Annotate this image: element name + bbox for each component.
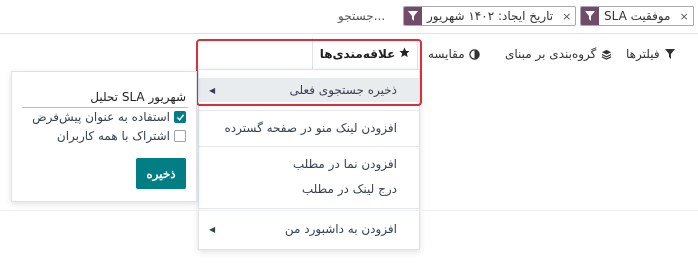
use-default-checkbox-row[interactable]: استفاده به عنوان پیش‌فرض	[32, 110, 186, 124]
groupby-label: گروه‌بندی بر مبنای	[505, 47, 597, 61]
share-checkbox[interactable]	[174, 130, 186, 142]
menu-item-label: افزودن لینک منو در صفحه گسترده	[224, 121, 397, 135]
filter-icon	[404, 7, 422, 25]
menu-item-insert-link-article[interactable]: درج لینک در مطلب	[199, 177, 419, 201]
facet-label: SLA موفقیت	[604, 9, 671, 23]
filter-icon	[664, 48, 676, 60]
caret-left-icon: ◀	[209, 85, 216, 95]
menu-item-add-view-article[interactable]: افزودن نما در مطلب	[199, 152, 419, 176]
compare-label: مقایسه	[428, 47, 465, 61]
favorites-button[interactable]: علاقه‌مندی‌ها	[312, 38, 418, 70]
search-bar: SLA موفقیت × تاریخ ایجاد: ۱۴۰۲ شهریور × …	[0, 0, 698, 34]
save-button[interactable]: ذخیره	[136, 158, 186, 189]
close-icon[interactable]: ×	[675, 7, 692, 25]
close-icon[interactable]: ×	[558, 7, 575, 25]
favorites-dropdown: ◀ ذخیره جستجوی فعلی افزودن لینک منو در ص…	[198, 69, 420, 250]
save-search-panel: استفاده به عنوان پیش‌فرض اشتراک با همه ک…	[11, 71, 197, 202]
divider	[199, 146, 419, 147]
filters-label: فیلترها	[626, 47, 660, 61]
search-input[interactable]: جستجو...	[338, 9, 385, 23]
divider	[199, 110, 419, 111]
use-default-label: استفاده به عنوان پیش‌فرض	[32, 110, 170, 124]
star-icon	[399, 47, 410, 61]
menu-item-add-link-spreadsheet[interactable]: افزودن لینک منو در صفحه گسترده	[199, 116, 419, 140]
facet-create-date[interactable]: تاریخ ایجاد: ۱۴۰۲ شهریور ×	[403, 6, 577, 26]
share-label: اشتراک با همه کاربران	[56, 129, 170, 143]
compare-button[interactable]: مقایسه	[428, 44, 481, 64]
facet-sla-success[interactable]: SLA موفقیت ×	[580, 6, 694, 26]
content-divider	[0, 210, 698, 211]
menu-item-label: درج لینک در مطلب	[301, 182, 397, 196]
adjust-icon	[469, 48, 481, 60]
filters-button[interactable]: فیلترها	[626, 44, 676, 64]
menu-item-add-to-dashboard[interactable]: ◀ افزودن به داشبورد من	[199, 217, 419, 241]
use-default-checkbox[interactable]	[174, 111, 186, 123]
menu-item-label: افزودن نما در مطلب	[292, 157, 397, 171]
menu-item-label: افزودن به داشبورد من	[284, 222, 397, 236]
filter-icon	[581, 7, 599, 25]
facet-label: تاریخ ایجاد: ۱۴۰۲ شهریور	[427, 9, 554, 23]
menu-item-label: ذخیره جستجوی فعلی	[289, 83, 397, 97]
menu-item-save-current-search[interactable]: ◀ ذخیره جستجوی فعلی	[199, 78, 419, 102]
favorites-label: علاقه‌مندی‌ها	[319, 47, 396, 61]
caret-left-icon: ◀	[209, 224, 216, 234]
groupby-button[interactable]: گروه‌بندی بر مبنای	[505, 44, 612, 64]
favorite-name-input[interactable]	[22, 86, 188, 108]
share-checkbox-row[interactable]: اشتراک با همه کاربران	[57, 129, 186, 143]
layers-icon	[600, 48, 612, 60]
divider	[199, 208, 419, 209]
